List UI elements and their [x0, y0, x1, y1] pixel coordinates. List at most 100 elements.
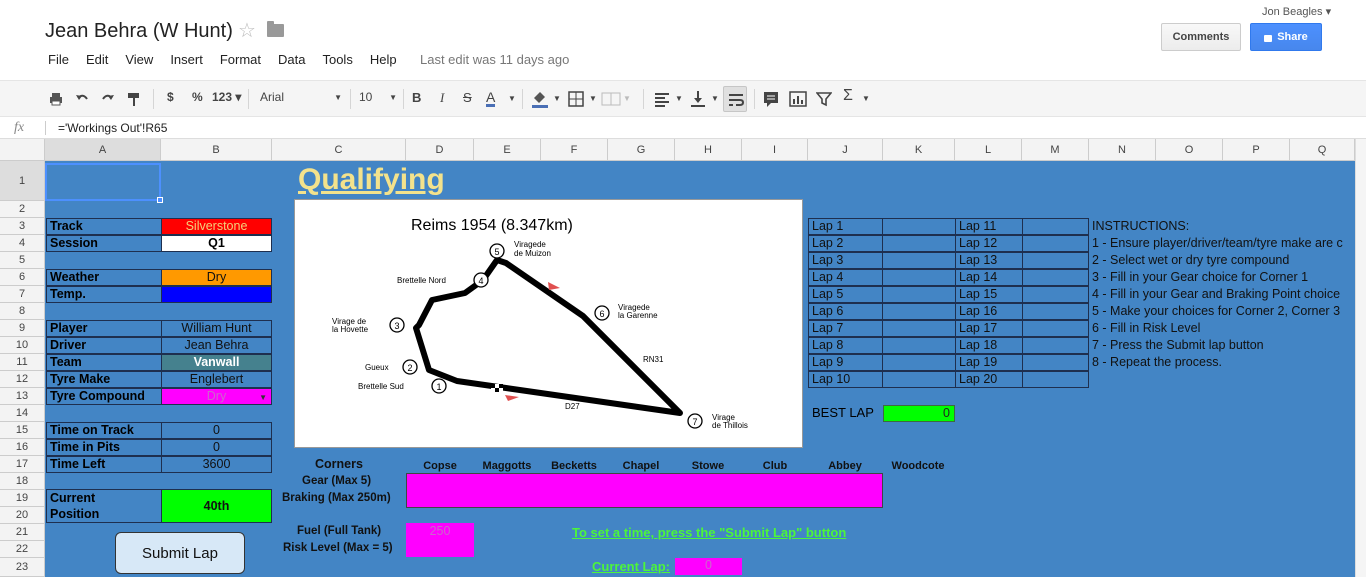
instruction-line[interactable]: 6 - Fill in Risk Level: [1092, 321, 1355, 335]
functions-dropdown-icon[interactable]: ▼: [862, 94, 870, 103]
menu-data[interactable]: Data: [278, 52, 305, 67]
lap-label[interactable]: Lap 8: [808, 337, 883, 354]
submit-lap-button[interactable]: Submit Lap: [115, 532, 245, 574]
vertical-align-dropdown-icon[interactable]: ▼: [711, 94, 719, 103]
lap-time-cell[interactable]: [882, 371, 956, 388]
comments-button[interactable]: Comments: [1161, 23, 1241, 51]
lap-label[interactable]: Lap 1: [808, 218, 883, 235]
fill-color-icon[interactable]: [530, 89, 550, 109]
instruction-line[interactable]: 8 - Repeat the process.: [1092, 355, 1355, 369]
strikethrough-button[interactable]: S: [463, 90, 472, 105]
star-icon[interactable]: ☆: [238, 18, 256, 43]
row-header-22[interactable]: 22: [0, 541, 45, 558]
track-label[interactable]: Track: [46, 218, 162, 235]
lap-label[interactable]: Lap 7: [808, 320, 883, 337]
weather-label[interactable]: Weather: [46, 269, 162, 286]
fuel-label[interactable]: Fuel (Full Tank): [297, 525, 381, 537]
lap-time-cell[interactable]: [1022, 252, 1089, 269]
lap-label[interactable]: Lap 19: [955, 354, 1023, 371]
row-header-7[interactable]: 7: [0, 286, 45, 303]
time-on-track-label[interactable]: Time on Track: [46, 422, 162, 439]
insert-chart-icon[interactable]: [789, 91, 807, 107]
menu-tools[interactable]: Tools: [322, 52, 352, 67]
lap-time-cell[interactable]: [882, 303, 956, 320]
font-size-select[interactable]: 10 ▼: [359, 90, 397, 104]
gear-label[interactable]: Gear (Max 5): [302, 475, 371, 487]
time-left-label[interactable]: Time Left: [46, 456, 162, 473]
session-label[interactable]: Session: [46, 235, 162, 252]
insert-comment-icon[interactable]: [763, 91, 779, 107]
row-header-10[interactable]: 10: [0, 337, 45, 354]
redo-icon[interactable]: [100, 91, 116, 107]
row-header-13[interactable]: 13: [0, 388, 45, 405]
instruction-line[interactable]: 1 - Ensure player/driver/team/tyre make …: [1092, 236, 1355, 250]
row-header-21[interactable]: 21: [0, 524, 45, 541]
column-header-q[interactable]: Q: [1290, 139, 1355, 161]
instructions-heading[interactable]: INSTRUCTIONS:: [1092, 219, 1355, 233]
menu-insert[interactable]: Insert: [170, 52, 203, 67]
row-header-14[interactable]: 14: [0, 405, 45, 422]
vertical-align-icon[interactable]: [690, 90, 706, 108]
current-lap-label[interactable]: Current Lap:: [592, 559, 670, 574]
row-header-2[interactable]: 2: [0, 201, 45, 218]
paint-format-icon[interactable]: [126, 91, 142, 107]
instruction-line[interactable]: 2 - Select wet or dry tyre compound: [1092, 253, 1355, 267]
text-color-dropdown-icon[interactable]: ▼: [508, 94, 516, 103]
lap-label[interactable]: Lap 13: [955, 252, 1023, 269]
column-header-d[interactable]: D: [406, 139, 474, 161]
column-header-a[interactable]: A: [45, 139, 161, 161]
lap-time-cell[interactable]: [1022, 269, 1089, 286]
team-value[interactable]: Vanwall: [161, 354, 272, 371]
row-header-12[interactable]: 12: [0, 371, 45, 388]
menu-view[interactable]: View: [125, 52, 153, 67]
functions-icon[interactable]: Σ: [843, 87, 853, 105]
column-header-g[interactable]: G: [608, 139, 675, 161]
column-header-j[interactable]: J: [808, 139, 883, 161]
lap-time-cell[interactable]: [1022, 218, 1089, 235]
vertical-scrollbar[interactable]: [1355, 139, 1366, 577]
row-header-20[interactable]: 20: [0, 507, 45, 524]
column-header-i[interactable]: I: [742, 139, 808, 161]
current-lap-value[interactable]: 0: [675, 558, 742, 575]
lap-time-cell[interactable]: [882, 337, 956, 354]
lap-label[interactable]: Lap 15: [955, 286, 1023, 303]
row-header-15[interactable]: 15: [0, 422, 45, 439]
lap-time-cell[interactable]: [882, 269, 956, 286]
lap-time-cell[interactable]: [1022, 371, 1089, 388]
lap-label[interactable]: Lap 14: [955, 269, 1023, 286]
current-position-label[interactable]: Current Position: [46, 489, 162, 523]
wrap-text-button[interactable]: [723, 86, 747, 112]
row-header-11[interactable]: 11: [0, 354, 45, 371]
fill-handle[interactable]: [157, 197, 163, 203]
lap-time-cell[interactable]: [1022, 320, 1089, 337]
row-header-3[interactable]: 3: [0, 218, 45, 235]
column-header-b[interactable]: B: [161, 139, 272, 161]
lap-time-cell[interactable]: [1022, 286, 1089, 303]
folder-icon[interactable]: [267, 21, 284, 37]
lap-label[interactable]: Lap 4: [808, 269, 883, 286]
column-header-f[interactable]: F: [541, 139, 608, 161]
formula-input[interactable]: ='Workings Out'!R65: [58, 121, 167, 135]
lap-time-cell[interactable]: [1022, 235, 1089, 252]
menu-format[interactable]: Format: [220, 52, 261, 67]
lap-label[interactable]: Lap 18: [955, 337, 1023, 354]
column-header-k[interactable]: K: [883, 139, 955, 161]
lap-time-cell[interactable]: [1022, 354, 1089, 371]
best-lap-value[interactable]: 0: [883, 405, 955, 422]
set-time-note[interactable]: To set a time, press the "Submit Lap" bu…: [572, 525, 846, 540]
row-header-1[interactable]: 1: [0, 161, 45, 201]
player-label[interactable]: Player: [46, 320, 162, 337]
horizontal-align-icon[interactable]: [654, 91, 670, 107]
row-header-9[interactable]: 9: [0, 320, 45, 337]
share-button[interactable]: Share: [1250, 23, 1322, 51]
row-header-23[interactable]: 23: [0, 558, 45, 577]
tyre-make-label[interactable]: Tyre Make: [46, 371, 162, 388]
instruction-line[interactable]: 5 - Make your choices for Corner 2, Corn…: [1092, 304, 1355, 318]
track-value[interactable]: Silverstone: [161, 218, 272, 235]
braking-label[interactable]: Braking (Max 250m): [282, 492, 391, 504]
menu-edit[interactable]: Edit: [86, 52, 108, 67]
row-header-8[interactable]: 8: [0, 303, 45, 320]
lap-label[interactable]: Lap 10: [808, 371, 883, 388]
column-header-p[interactable]: P: [1223, 139, 1290, 161]
lap-label[interactable]: Lap 2: [808, 235, 883, 252]
